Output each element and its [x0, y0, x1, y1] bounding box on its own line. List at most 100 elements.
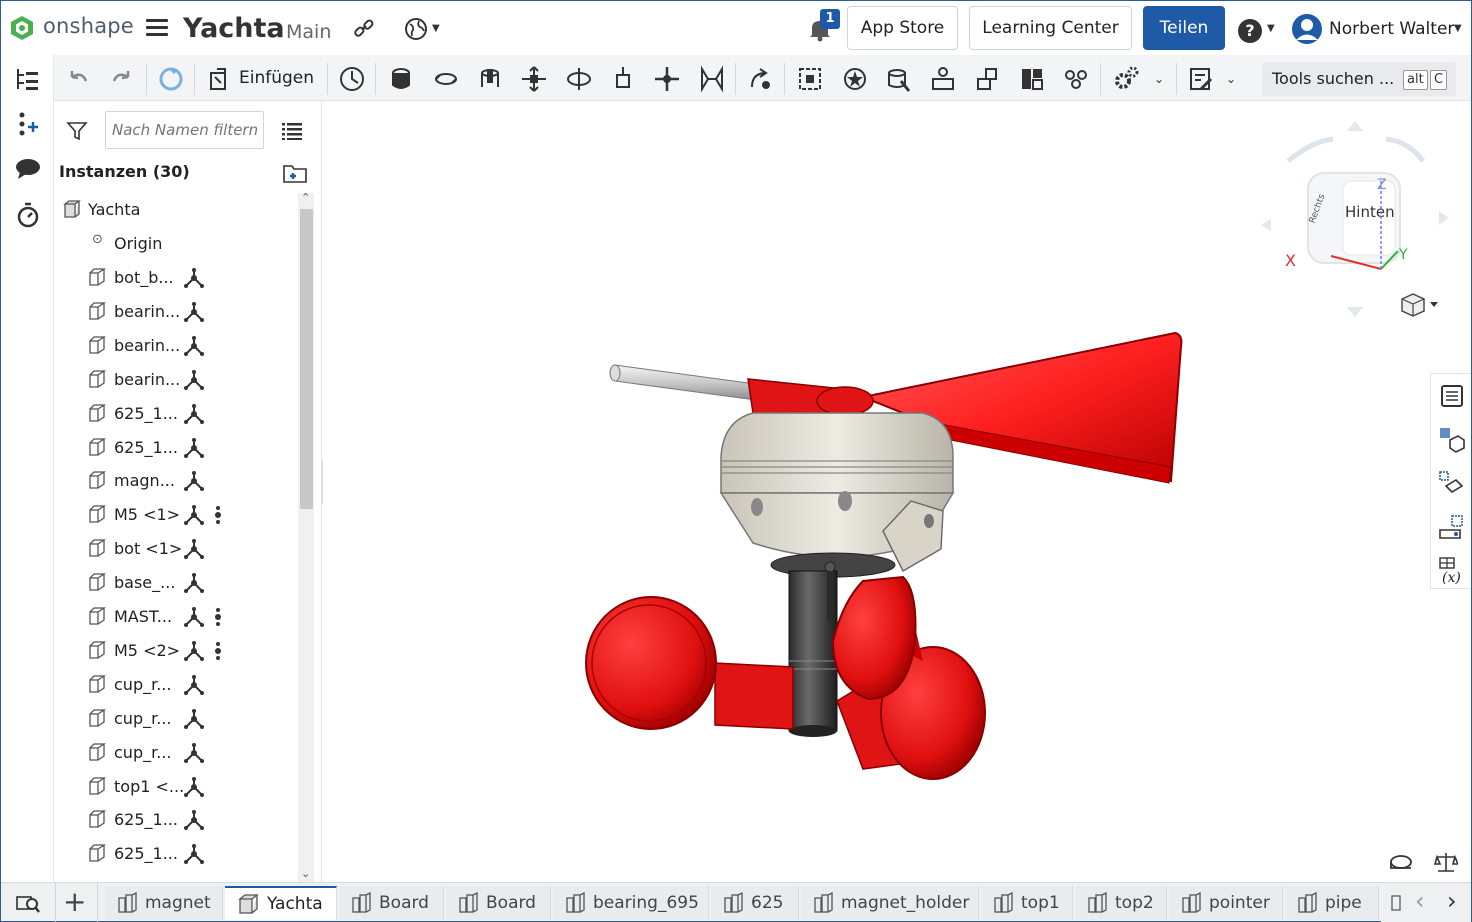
tab-top2[interactable]: top2	[1075, 886, 1167, 920]
tangent-mate-icon[interactable]	[698, 65, 726, 93]
tab-bearing-695[interactable]: bearing_695	[553, 886, 709, 920]
partial-tab-icon[interactable]	[1391, 893, 1405, 913]
group-icon[interactable]	[746, 65, 774, 93]
planar-mate-icon[interactable]	[565, 65, 593, 93]
slider-mate-icon[interactable]	[432, 65, 460, 93]
tree-instance-row[interactable]: base_...	[54, 565, 297, 599]
more-options-icon[interactable]	[214, 640, 222, 662]
pointer-pipe[interactable]	[609, 364, 764, 402]
mate-connector-icon[interactable]	[183, 674, 205, 696]
insert-label[interactable]: Einfügen	[239, 68, 314, 88]
share-button[interactable]: Teilen	[1143, 6, 1225, 50]
scroll-thumb[interactable]	[300, 209, 313, 509]
link-icon[interactable]	[353, 19, 375, 39]
mate-connector-icon[interactable]	[183, 606, 205, 628]
more-options-icon[interactable]	[214, 606, 222, 628]
custom-features-dropdown-icon[interactable]: ⌄	[1154, 72, 1164, 86]
tab-board[interactable]: Board	[446, 886, 551, 920]
insert-icon[interactable]	[205, 65, 233, 93]
mate-connector-icon[interactable]	[183, 708, 205, 730]
fastened-mate-icon[interactable]	[338, 65, 366, 93]
tree-instance-row[interactable]: 625_1...	[54, 836, 297, 870]
configuration-dropdown-icon[interactable]: ⌄	[1226, 72, 1236, 86]
mate-connector-icon[interactable]	[183, 437, 205, 459]
search-tabs-icon[interactable]	[15, 891, 41, 915]
pin-slot-mate-icon[interactable]	[520, 65, 548, 93]
tree-instance-row[interactable]: 625_1...	[54, 802, 297, 836]
learning-center-button[interactable]: Learning Center	[969, 6, 1132, 50]
scroll-tabs-right-icon[interactable]: ›	[1447, 887, 1457, 915]
measure-tape-icon[interactable]	[1389, 853, 1413, 873]
mate-connector-icon[interactable]	[183, 640, 205, 662]
scroll-down-icon[interactable]: ⌄	[301, 867, 310, 880]
simulation-icon[interactable]	[1062, 65, 1090, 93]
more-options-icon[interactable]	[214, 504, 222, 526]
tab-yachta[interactable]: Yachta	[225, 886, 337, 920]
tab-magnet-holder[interactable]: magnet_holder	[801, 886, 979, 920]
scroll-up-icon[interactable]: ⌃	[301, 191, 310, 204]
replicate-icon[interactable]	[841, 65, 869, 93]
mate-connector-icon[interactable]	[183, 538, 205, 560]
mate-connector-icon[interactable]	[183, 403, 205, 425]
tab-pointer[interactable]: pointer	[1169, 886, 1283, 920]
panel-scrollbar[interactable]: ⌃ ⌄	[298, 191, 314, 883]
tool-search[interactable]: Tools suchen ... alt C	[1262, 62, 1456, 96]
cylindrical-mate-icon[interactable]	[476, 65, 504, 93]
mate-connector-icon[interactable]	[183, 809, 205, 831]
tab-625[interactable]: 625	[711, 886, 799, 920]
tree-instance-row[interactable]: bearin...	[54, 328, 297, 362]
mate-connector-icon[interactable]	[183, 369, 205, 391]
named-views-icon[interactable]	[1018, 65, 1046, 93]
regenerate-icon[interactable]	[157, 65, 185, 93]
mate-connector-icon[interactable]	[183, 776, 205, 798]
tree-instance-row[interactable]: bot_b...	[54, 260, 297, 294]
custom-features-gear-icon[interactable]	[1112, 65, 1140, 93]
tree-instance-row[interactable]: bearin...	[54, 362, 297, 396]
ball-mate-icon[interactable]	[653, 65, 681, 93]
help-icon[interactable]: ?	[1238, 19, 1262, 43]
tree-instance-row[interactable]: 625_1...	[54, 396, 297, 430]
user-dropdown-caret-icon[interactable]: ▼	[1454, 23, 1462, 34]
tree-instance-row[interactable]: M5 <2>	[54, 633, 297, 667]
user-name[interactable]: Norbert Walter	[1329, 19, 1454, 39]
view-options-icon[interactable]	[1401, 293, 1438, 317]
viewcube-back-face[interactable]: Hinten	[1345, 203, 1395, 221]
help-dropdown-caret-icon[interactable]: ▼	[1267, 23, 1275, 34]
mate-connector-icon[interactable]	[183, 843, 205, 865]
redo-icon[interactable]	[108, 65, 136, 93]
mate-connector-icon[interactable]	[183, 742, 205, 764]
undo-icon[interactable]	[64, 65, 92, 93]
notification-badge[interactable]: 1	[820, 9, 840, 29]
scroll-tabs-left-icon[interactable]: ‹	[1415, 887, 1425, 915]
tree-root-assembly[interactable]: Yachta	[54, 192, 297, 226]
add-tab-icon[interactable]: +	[63, 885, 86, 918]
tab-magnet[interactable]: magnet	[105, 886, 223, 920]
mast-shaft[interactable]	[788, 561, 838, 737]
globe-icon[interactable]	[404, 17, 428, 41]
tab-top1[interactable]: top1	[981, 886, 1073, 920]
list-view-icon[interactable]	[282, 122, 302, 140]
housing-body[interactable]	[719, 412, 955, 578]
tree-instance-row[interactable]: M5 <1>	[54, 497, 297, 531]
tree-instance-row[interactable]: top1 <...	[54, 769, 297, 803]
new-folder-icon[interactable]	[282, 162, 308, 184]
menu-icon[interactable]	[146, 19, 168, 37]
mate-connector-icon[interactable]	[183, 301, 205, 323]
variable-table-icon[interactable]: (x)	[1438, 556, 1466, 584]
history-timer-icon[interactable]	[14, 201, 42, 229]
brand-name[interactable]: onshape	[43, 14, 134, 38]
tree-instance-row[interactable]: MAST...	[54, 599, 297, 633]
tab-board[interactable]: Board	[339, 886, 444, 920]
tree-origin[interactable]: ⊙ Origin	[54, 226, 297, 260]
mate-connector-insert-icon[interactable]	[885, 65, 913, 93]
revolute-mate-icon[interactable]	[387, 65, 415, 93]
appearance-panel-icon[interactable]	[1438, 514, 1466, 542]
insert-part-icon[interactable]	[14, 111, 42, 139]
mate-connector-icon[interactable]	[796, 65, 824, 93]
mate-values-icon[interactable]	[1438, 470, 1466, 498]
graphics-viewport[interactable]: Hinten Rechts X Y Z	[323, 101, 1471, 885]
user-avatar-icon[interactable]	[1291, 13, 1323, 45]
branch-name[interactable]: Main	[286, 21, 331, 43]
tab-pipe[interactable]: pipe	[1285, 886, 1379, 920]
tree-instance-row[interactable]: cup_r...	[54, 667, 297, 701]
